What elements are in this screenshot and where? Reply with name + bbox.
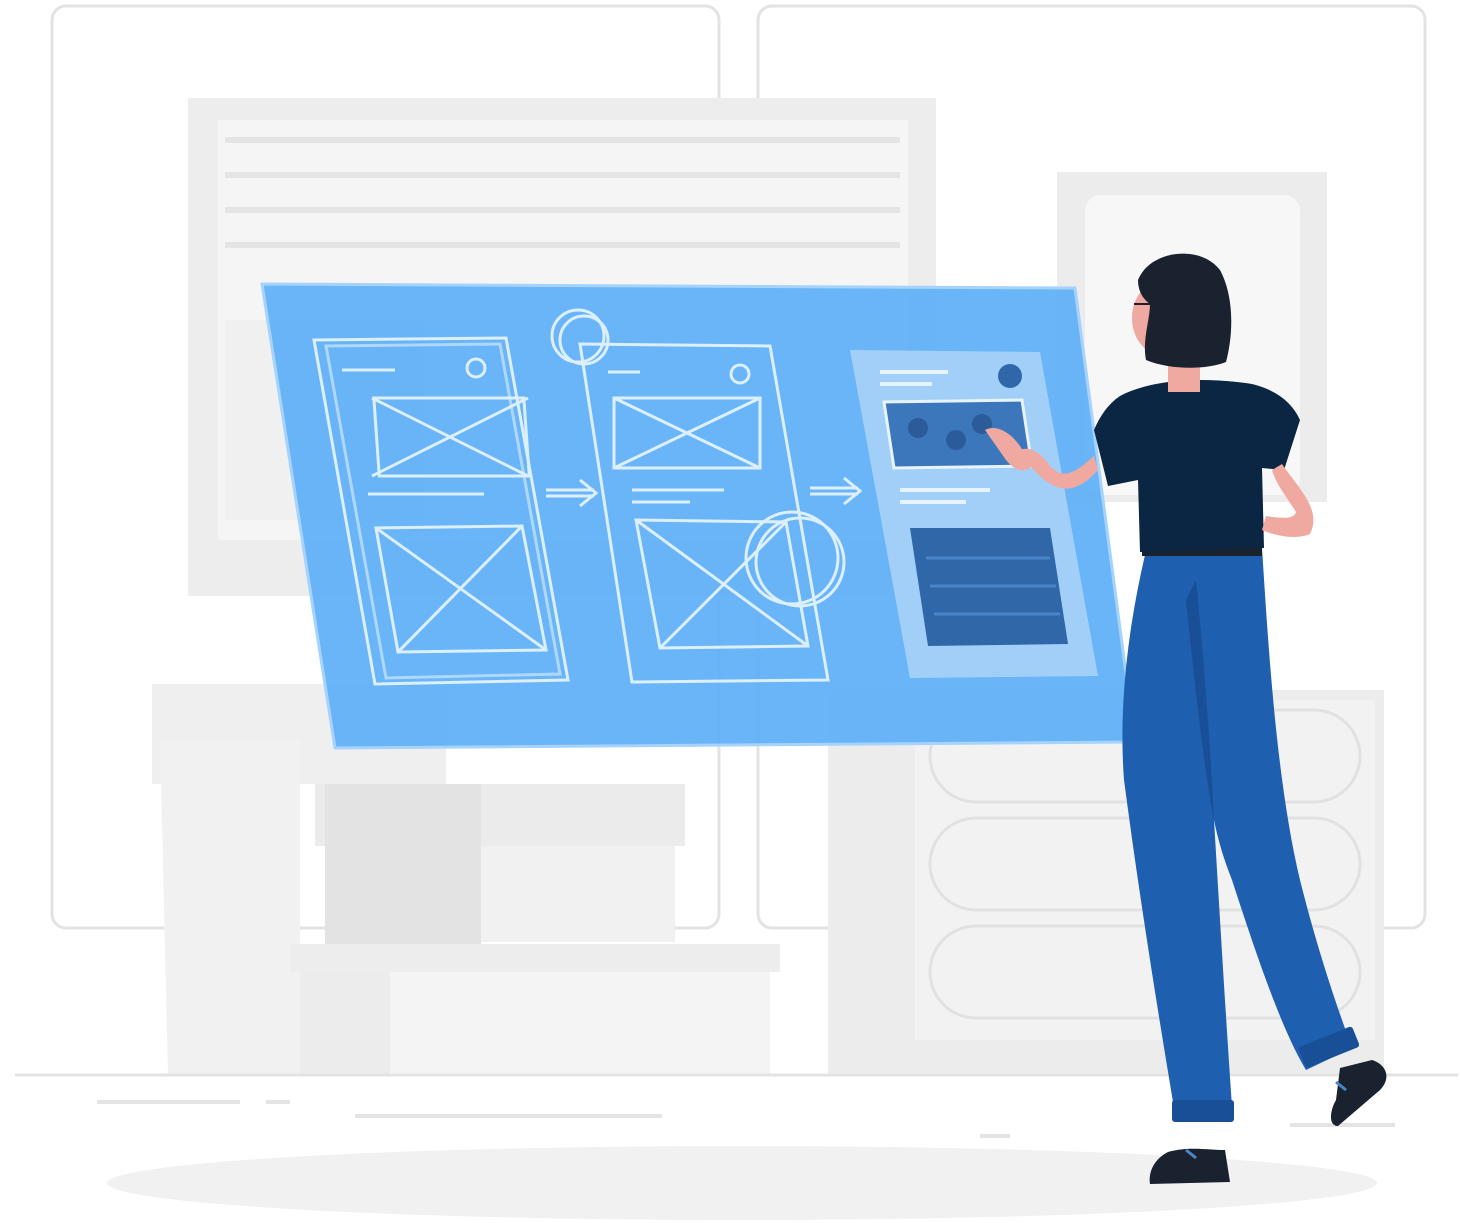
box-lower-dark (300, 972, 390, 1075)
box-lower (290, 944, 780, 972)
floor (15, 1073, 1458, 1220)
desk-side (160, 740, 300, 1075)
design-process-illustration (15, 4, 1458, 1220)
holographic-screen (260, 282, 1137, 750)
hair (1138, 253, 1232, 368)
illustration-stage (0, 0, 1461, 1223)
left-cuff (1172, 1100, 1234, 1122)
ui-card-avatar (998, 364, 1022, 388)
box-upper-dark (325, 784, 481, 944)
